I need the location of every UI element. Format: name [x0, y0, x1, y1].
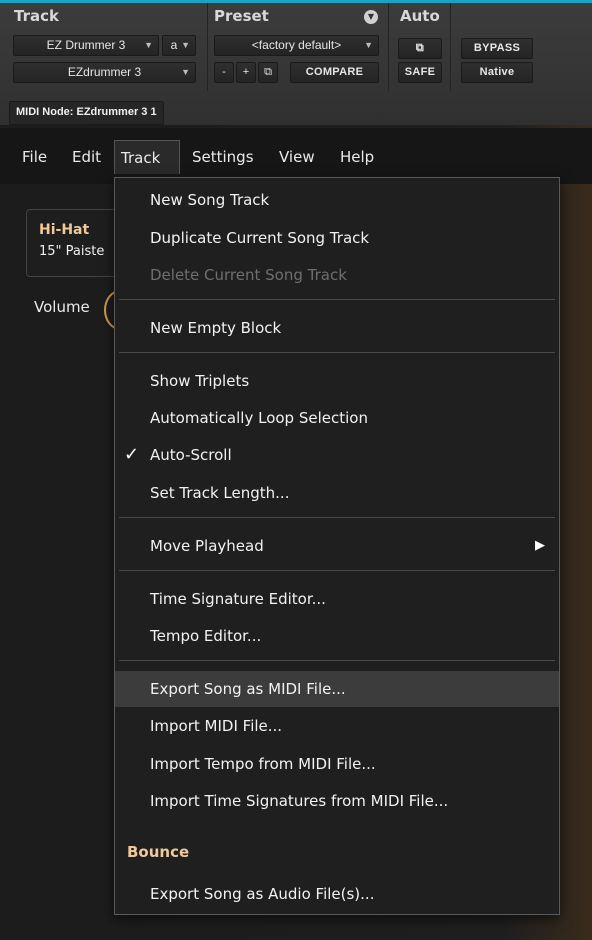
- menu-separator: [119, 352, 555, 353]
- menu-item-export-midi[interactable]: Export Song as MIDI File...: [115, 671, 559, 707]
- menu-item-set-track-length[interactable]: Set Track Length...: [115, 475, 559, 511]
- menu-item-move-playhead[interactable]: Move Playhead ▶: [115, 528, 559, 564]
- bypass-button[interactable]: BYPASS: [461, 38, 533, 59]
- menu-file[interactable]: File: [16, 140, 53, 174]
- menu-view[interactable]: View: [273, 140, 321, 174]
- volume-label: Volume: [34, 298, 90, 316]
- menu-item-show-triplets[interactable]: Show Triplets: [115, 363, 559, 399]
- chevron-down-icon: ▼: [144, 40, 153, 50]
- menu-item-tempo-editor[interactable]: Tempo Editor...: [115, 618, 559, 654]
- midi-node-label[interactable]: MIDI Node: EZdrummer 3 1: [9, 101, 164, 125]
- menu-item-auto-scroll[interactable]: ✓ Auto-Scroll: [115, 437, 559, 473]
- auto-header-label: Auto: [400, 7, 440, 25]
- triangle-right-icon: ▶: [535, 538, 545, 553]
- preset-value: <factory default>: [251, 38, 342, 52]
- menu-separator: [119, 570, 555, 571]
- track-channel: a: [170, 38, 178, 52]
- header-divider: [450, 3, 451, 91]
- menu-item-new-empty-block[interactable]: New Empty Block: [115, 310, 559, 346]
- link-icon[interactable]: ⧉: [258, 62, 278, 83]
- track-menu: New Song Track Duplicate Current Song Tr…: [114, 177, 560, 915]
- menu-settings[interactable]: Settings: [186, 140, 260, 174]
- track-name: EZ Drummer 3: [46, 38, 126, 52]
- menu-item-new-song-track[interactable]: New Song Track: [115, 182, 559, 218]
- checkmark-icon: ✓: [124, 444, 140, 465]
- track-channel-selector[interactable]: a ▼: [162, 35, 196, 56]
- track-header-label: Track: [14, 7, 59, 25]
- menu-edit[interactable]: Edit: [66, 140, 107, 174]
- preset-header-label: Preset: [214, 7, 269, 25]
- menu-item-move-playhead-label: Move Playhead: [150, 537, 264, 555]
- menu-separator: [119, 299, 555, 300]
- plugin-header: Track Preset Auto ▼ EZ Drummer 3 ▼ a ▼ E…: [0, 0, 592, 125]
- menu-help[interactable]: Help: [334, 140, 380, 174]
- menu-item-time-signature-editor[interactable]: Time Signature Editor...: [115, 581, 559, 617]
- menu-item-auto-loop-selection[interactable]: Automatically Loop Selection: [115, 400, 559, 436]
- menu-item-duplicate-song-track[interactable]: Duplicate Current Song Track: [115, 220, 559, 256]
- preset-menu-icon[interactable]: ▼: [364, 10, 378, 24]
- menu-item-import-tempo[interactable]: Import Tempo from MIDI File...: [115, 746, 559, 782]
- preset-next-button[interactable]: +: [236, 62, 256, 83]
- chevron-down-icon: ▼: [364, 40, 373, 50]
- track-selector[interactable]: EZ Drummer 3 ▼: [13, 35, 159, 56]
- chevron-down-icon: ▼: [181, 67, 190, 77]
- plugin-name: EZdrummer 3: [67, 65, 142, 79]
- compare-button[interactable]: COMPARE: [290, 62, 379, 83]
- menu-item-auto-scroll-label: Auto-Scroll: [150, 446, 232, 464]
- menu-item-export-audio[interactable]: Export Song as Audio File(s)...: [115, 876, 559, 912]
- menu-separator: [119, 660, 555, 661]
- menu-section-bounce: Bounce: [127, 843, 190, 861]
- header-divider: [207, 3, 208, 91]
- menu-track[interactable]: Track: [114, 140, 180, 174]
- plugin-selector[interactable]: EZdrummer 3 ▼: [13, 62, 196, 83]
- menu-item-import-midi[interactable]: Import MIDI File...: [115, 708, 559, 744]
- native-button[interactable]: Native: [461, 62, 533, 83]
- menu-separator: [119, 517, 555, 518]
- instrument-subtitle: 15" Paiste: [39, 244, 105, 259]
- preset-selector[interactable]: <factory default> ▼: [214, 35, 379, 56]
- safe-button[interactable]: SAFE: [398, 62, 442, 83]
- preset-previous-button[interactable]: -: [214, 62, 234, 83]
- auto-enable-icon[interactable]: ⧉: [398, 38, 442, 59]
- instrument-name: Hi-Hat: [39, 222, 90, 238]
- chevron-down-icon: ▼: [181, 40, 190, 50]
- menu-item-delete-song-track: Delete Current Song Track: [150, 266, 347, 284]
- header-divider: [388, 3, 389, 91]
- menu-item-import-time-signatures[interactable]: Import Time Signatures from MIDI File...: [115, 783, 559, 819]
